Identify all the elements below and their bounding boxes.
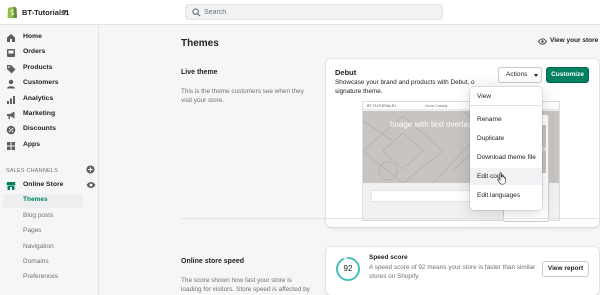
- sidebar-item-label: Navigation: [23, 243, 54, 250]
- sidebar-item-label: Preferences: [23, 273, 59, 280]
- bar-chart-icon: [7, 96, 15, 104]
- eye-icon: [538, 38, 547, 45]
- view-report-button-label: View report: [547, 265, 584, 272]
- sidebar-item-themes[interactable]: Themes: [3, 194, 83, 208]
- add-channel-icon[interactable]: [86, 165, 95, 174]
- apps-icon: [7, 142, 15, 150]
- sidebar-item-pages[interactable]: Pages: [0, 225, 83, 239]
- customize-button[interactable]: Customize: [546, 67, 589, 83]
- search-bar[interactable]: [185, 4, 443, 20]
- orders-icon: [7, 49, 15, 57]
- tag-icon: [7, 65, 16, 74]
- preview-nav: Home Catalog: [425, 103, 448, 108]
- actions-button[interactable]: Actions: [498, 67, 542, 83]
- chevron-down-icon[interactable]: [62, 10, 68, 14]
- preview-heading: Image with text overlay: [390, 120, 472, 129]
- view-report-button[interactable]: View report: [542, 261, 589, 277]
- menu-item-label: Download theme file: [477, 154, 536, 161]
- sidebar-item-analytics[interactable]: Analytics: [0, 93, 99, 107]
- menu-item-view[interactable]: View: [470, 88, 542, 105]
- search-input[interactable]: [204, 7, 434, 18]
- sidebar-item-discounts[interactable]: Discounts: [0, 123, 99, 137]
- home-icon: [7, 34, 15, 42]
- discount-icon: [6, 125, 16, 135]
- live-theme-description: This is the theme customers see when the…: [181, 88, 304, 104]
- sidebar-item-label: Apps: [23, 141, 40, 148]
- customize-button-label: Customize: [551, 71, 584, 78]
- search-icon: [192, 8, 201, 17]
- theme-description: Showcase your brand and products with De…: [335, 79, 475, 95]
- sidebar-item-label: Orders: [23, 48, 46, 55]
- megaphone-icon: [7, 111, 15, 119]
- sales-channels-heading: SALES CHANNELS: [6, 168, 59, 174]
- sidebar-item-marketing[interactable]: Marketing: [0, 108, 99, 122]
- shopify-logo-icon[interactable]: [6, 5, 18, 19]
- hand-cursor-icon: [497, 172, 507, 185]
- menu-item-label: Duplicate: [477, 135, 505, 142]
- view-store-label: View your store: [550, 37, 599, 44]
- sidebar-item-label: Online Store: [23, 181, 64, 188]
- sidebar-item-blog-posts[interactable]: Blog posts: [0, 210, 83, 224]
- sidebar-item-label: Customers: [23, 79, 59, 86]
- sidebar-item-online-store[interactable]: Online Store: [0, 179, 99, 193]
- sidebar-item-label: Blog posts: [23, 212, 54, 219]
- speed-score-card: 92 Speed score A speed score of 92 means…: [326, 247, 599, 295]
- menu-divider: [470, 105, 542, 106]
- live-theme-heading: Live theme: [181, 69, 218, 76]
- sidebar-item-label: Products: [23, 64, 53, 71]
- preview-brand: BT-TUTORIALS1: [367, 103, 397, 108]
- sidebar-item-label: Discounts: [23, 125, 56, 132]
- store-speed-description: The score shown how fast your store is l…: [181, 277, 310, 293]
- menu-item-rename[interactable]: Rename: [470, 111, 542, 128]
- sidebar-item-label: Pages: [23, 227, 42, 234]
- store-speed-heading: Online store speed: [181, 258, 245, 265]
- sidebar-item-products[interactable]: Products: [0, 62, 99, 76]
- sidebar-item-orders[interactable]: Orders: [0, 46, 99, 60]
- sidebar-item-domains[interactable]: Domains: [0, 256, 83, 270]
- sidebar-item-customers[interactable]: Customers: [0, 77, 99, 91]
- menu-item-download-theme-file[interactable]: Download theme file: [470, 149, 542, 166]
- speed-score-description: A speed score of 92 means your store is …: [369, 264, 536, 280]
- sidebar-item-label: Domains: [23, 258, 49, 265]
- theme-name: Debut: [335, 68, 357, 77]
- sidebar-item-label: Analytics: [23, 95, 54, 102]
- sidebar-item-navigation[interactable]: Navigation: [0, 241, 83, 255]
- live-theme-card: Debut Showcase your brand and products w…: [326, 59, 599, 227]
- menu-item-label: Rename: [477, 116, 502, 123]
- top-bar: BT-Tutorials1: [0, 0, 600, 25]
- sidebar-item-label: Marketing: [23, 110, 56, 117]
- sidebar-item-label: Home: [23, 33, 42, 40]
- sidebar: Home Orders Products Customers Analytics…: [0, 26, 99, 295]
- sidebar-item-home[interactable]: Home: [0, 31, 99, 45]
- sidebar-item-apps[interactable]: Apps: [0, 139, 99, 153]
- menu-item-duplicate[interactable]: Duplicate: [470, 130, 542, 147]
- sidebar-item-preferences[interactable]: Preferences: [0, 271, 83, 285]
- eye-icon[interactable]: [86, 181, 96, 189]
- section-divider: [181, 218, 598, 219]
- menu-item-label: View: [477, 93, 491, 100]
- person-icon: [7, 79, 15, 89]
- sidebar-item-label: Themes: [23, 196, 48, 203]
- menu-item-edit-languages[interactable]: Edit languages: [470, 187, 542, 204]
- actions-button-label: Actions: [506, 71, 528, 78]
- page-title: Themes: [181, 38, 219, 49]
- menu-item-label: Edit languages: [477, 192, 521, 199]
- speed-score-value: 92: [343, 264, 353, 273]
- store-icon: [6, 182, 16, 190]
- chevron-down-icon: [534, 74, 538, 77]
- actions-menu: View Rename Duplicate Download theme fil…: [470, 87, 542, 210]
- speed-score-title: Speed score: [369, 254, 408, 261]
